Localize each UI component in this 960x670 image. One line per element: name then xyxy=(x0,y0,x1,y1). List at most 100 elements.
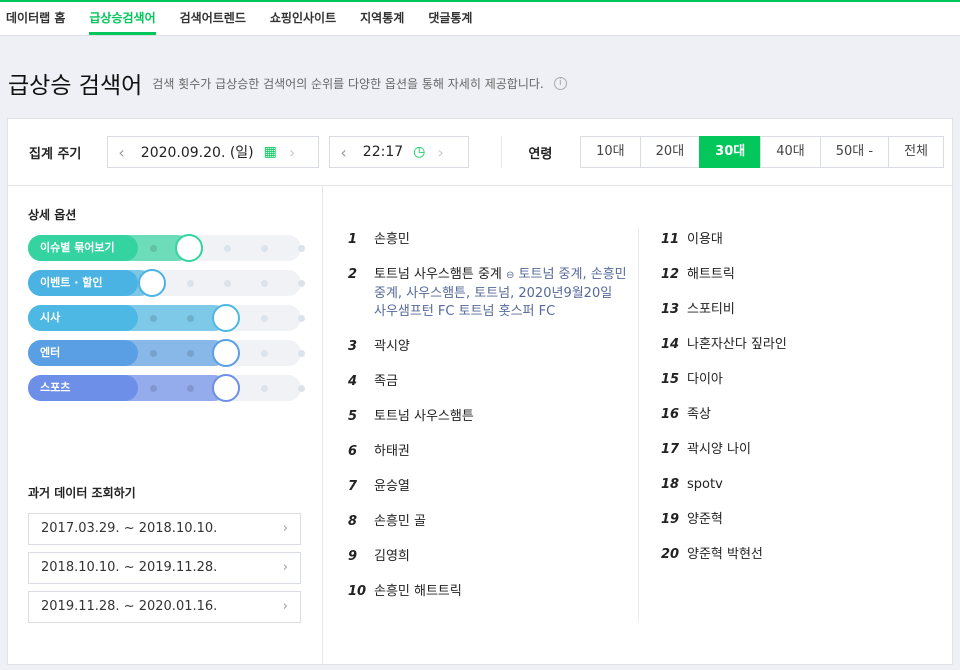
options-sidebar: 상세 옵션 이슈별 묶어보기 이벤트 · 할인 시사 엔터 스포츠 과거 데이터 조회하… xyxy=(8,186,323,664)
nav-item[interactable]: 쇼핑인사이트 xyxy=(270,2,336,35)
rank-item[interactable]: 5 토트넘 사우스햄튼 xyxy=(348,408,628,426)
rank-item[interactable]: 17 곽시양 나이 xyxy=(661,441,941,459)
rank-list-1: 1 손흥민 2 토트넘 사우스햄튼 중계 ⊖ 토트넘 중계, 손흥민 중계, 사우스햄… xyxy=(348,231,628,618)
rank-keyword[interactable]: 하태권 xyxy=(374,444,410,459)
rank-item[interactable]: 11 이용대 xyxy=(661,231,941,249)
prev-time-icon[interactable]: ‹ xyxy=(340,143,346,162)
slider-knob[interactable] xyxy=(175,234,203,262)
rank-keyword[interactable]: 김영희 xyxy=(374,549,410,564)
rank-item[interactable]: 9 김영희 xyxy=(348,548,628,566)
rank-number: 19 xyxy=(661,512,680,527)
rank-keyword[interactable]: 이용대 xyxy=(687,232,723,247)
rank-keyword[interactable]: 손흥민 해트트릭 xyxy=(374,584,462,599)
next-time-icon[interactable]: › xyxy=(437,143,443,162)
rank-keyword[interactable]: 양준혁 xyxy=(687,512,723,527)
chevron-right-icon: › xyxy=(282,599,288,614)
rank-keyword[interactable]: 토트넘 사우스햄튼 xyxy=(374,409,474,424)
option-slider[interactable]: 이슈별 묶어보기 xyxy=(28,234,305,262)
option-slider[interactable]: 스포츠 xyxy=(28,374,305,402)
rank-number: 11 xyxy=(661,232,680,247)
slider-stop xyxy=(187,280,194,287)
age-tab[interactable]: 전체 xyxy=(888,136,944,168)
slider-stop xyxy=(150,315,157,322)
rank-number: 12 xyxy=(661,267,680,282)
time-value: 22:17 xyxy=(362,144,404,160)
chevron-right-icon: › xyxy=(282,521,288,536)
rank-item[interactable]: 13 스포티비 xyxy=(661,301,941,319)
clock-icon[interactable]: ◷ xyxy=(413,144,425,160)
nav-item[interactable]: 지역통계 xyxy=(360,2,404,35)
next-date-icon[interactable]: › xyxy=(289,143,295,162)
rank-keyword[interactable]: 해트트릭 xyxy=(687,267,735,282)
slider-stop xyxy=(261,350,268,357)
rank-number: 2 xyxy=(348,267,358,282)
rank-item[interactable]: 2 토트넘 사우스햄튼 중계 ⊖ 토트넘 중계, 손흥민 중계, 사우스햄튼, 토… xyxy=(348,266,628,321)
rank-keyword[interactable]: 윤승열 xyxy=(374,479,410,494)
rank-item[interactable]: 12 해트트릭 xyxy=(661,266,941,284)
rank-item[interactable]: 1 손흥민 xyxy=(348,231,628,249)
rank-keyword[interactable]: 토트넘 사우스햄튼 중계 xyxy=(374,267,502,282)
past-range-button[interactable]: 2019.11.28. ~ 2020.01.16. › xyxy=(28,591,301,623)
rank-number: 18 xyxy=(661,477,680,492)
past-range-button[interactable]: 2017.03.29. ~ 2018.10.10. › xyxy=(28,513,301,545)
slider-label: 스포츠 xyxy=(40,381,71,394)
rank-keyword[interactable]: 손흥민 골 xyxy=(374,514,426,529)
rank-keyword[interactable]: 족상 xyxy=(687,407,711,422)
rank-item[interactable]: 7 윤승열 xyxy=(348,478,628,496)
rank-number: 20 xyxy=(661,547,680,562)
rank-keyword[interactable]: 곽시양 xyxy=(374,339,410,354)
slider-stop xyxy=(224,280,231,287)
rank-keyword[interactable]: 다이아 xyxy=(687,372,723,387)
option-slider[interactable]: 시사 xyxy=(28,304,305,332)
nav-item[interactable]: 급상승검색어 xyxy=(89,2,156,35)
nav-item[interactable]: 데이터랩 홈 xyxy=(6,2,65,35)
rank-keyword[interactable]: 스포티비 xyxy=(687,302,735,317)
past-range-button[interactable]: 2018.10.10. ~ 2019.11.28. › xyxy=(28,552,301,584)
rank-keyword[interactable]: spotv xyxy=(687,477,723,492)
slider-stop xyxy=(298,280,305,287)
age-tabs: 10대 20대 30대 40대 50대 - 전체 xyxy=(580,136,944,168)
rank-item[interactable]: 8 손흥민 골 xyxy=(348,513,628,531)
rank-item[interactable]: 15 다이아 xyxy=(661,371,941,389)
nav-item[interactable]: 검색어트렌드 xyxy=(180,2,246,35)
slider-label: 시사 xyxy=(40,311,61,324)
option-slider[interactable]: 이벤트 · 할인 xyxy=(28,269,305,297)
rank-item[interactable]: 19 양준혁 xyxy=(661,511,941,529)
time-picker[interactable]: ‹ 22:17 ◷ › xyxy=(329,136,470,168)
slider-stop xyxy=(261,245,268,252)
age-tab[interactable]: 20대 xyxy=(639,136,701,168)
rank-list-2: 11 이용대 12 해트트릭 13 스포티비 14 나혼자산다 짚라인 15 다이아 16 족상 17 곽… xyxy=(661,231,941,581)
rank-item[interactable]: 14 나혼자산다 짚라인 xyxy=(661,336,941,354)
rank-keyword[interactable]: 족금 xyxy=(374,374,398,389)
age-tab[interactable]: 30대 xyxy=(699,136,762,168)
rank-keyword[interactable]: 나혼자산다 짚라인 xyxy=(687,337,787,352)
slider-stop xyxy=(298,315,305,322)
rank-item[interactable]: 18 spotv xyxy=(661,476,941,494)
rank-item[interactable]: 6 하태권 xyxy=(348,443,628,461)
slider-knob[interactable] xyxy=(212,339,240,367)
slider-knob[interactable] xyxy=(212,374,240,402)
info-icon[interactable]: i xyxy=(553,76,567,90)
rank-keyword[interactable]: 손흥민 xyxy=(374,232,410,247)
prev-date-icon[interactable]: ‹ xyxy=(118,143,124,162)
age-tab[interactable]: 40대 xyxy=(760,136,821,168)
rank-keyword[interactable]: 양준혁 박현선 xyxy=(687,547,763,562)
slider-label: 이벤트 · 할인 xyxy=(40,276,103,289)
slider-knob[interactable] xyxy=(212,304,240,332)
rank-keyword[interactable]: 곽시양 나이 xyxy=(687,442,751,457)
link-icon: ⊖ xyxy=(506,270,515,281)
rank-item[interactable]: 4 족금 xyxy=(348,373,628,391)
rank-number: 6 xyxy=(348,444,358,459)
date-picker[interactable]: ‹ 2020.09.20. (일) ▦ › xyxy=(107,136,320,168)
rank-item[interactable]: 10 손흥민 해트트릭 xyxy=(348,583,628,601)
calendar-icon[interactable]: ▦ xyxy=(264,144,277,160)
slider-knob[interactable] xyxy=(138,269,166,297)
age-tab[interactable]: 10대 xyxy=(580,136,641,168)
rank-number: 9 xyxy=(348,549,358,564)
rank-item[interactable]: 20 양준혁 박현선 xyxy=(661,546,941,564)
option-slider[interactable]: 엔터 xyxy=(28,339,305,367)
rank-item[interactable]: 3 곽시양 xyxy=(348,338,628,356)
rank-item[interactable]: 16 족상 xyxy=(661,406,941,424)
nav-item[interactable]: 댓글통계 xyxy=(428,2,472,35)
age-tab[interactable]: 50대 - xyxy=(819,136,890,168)
